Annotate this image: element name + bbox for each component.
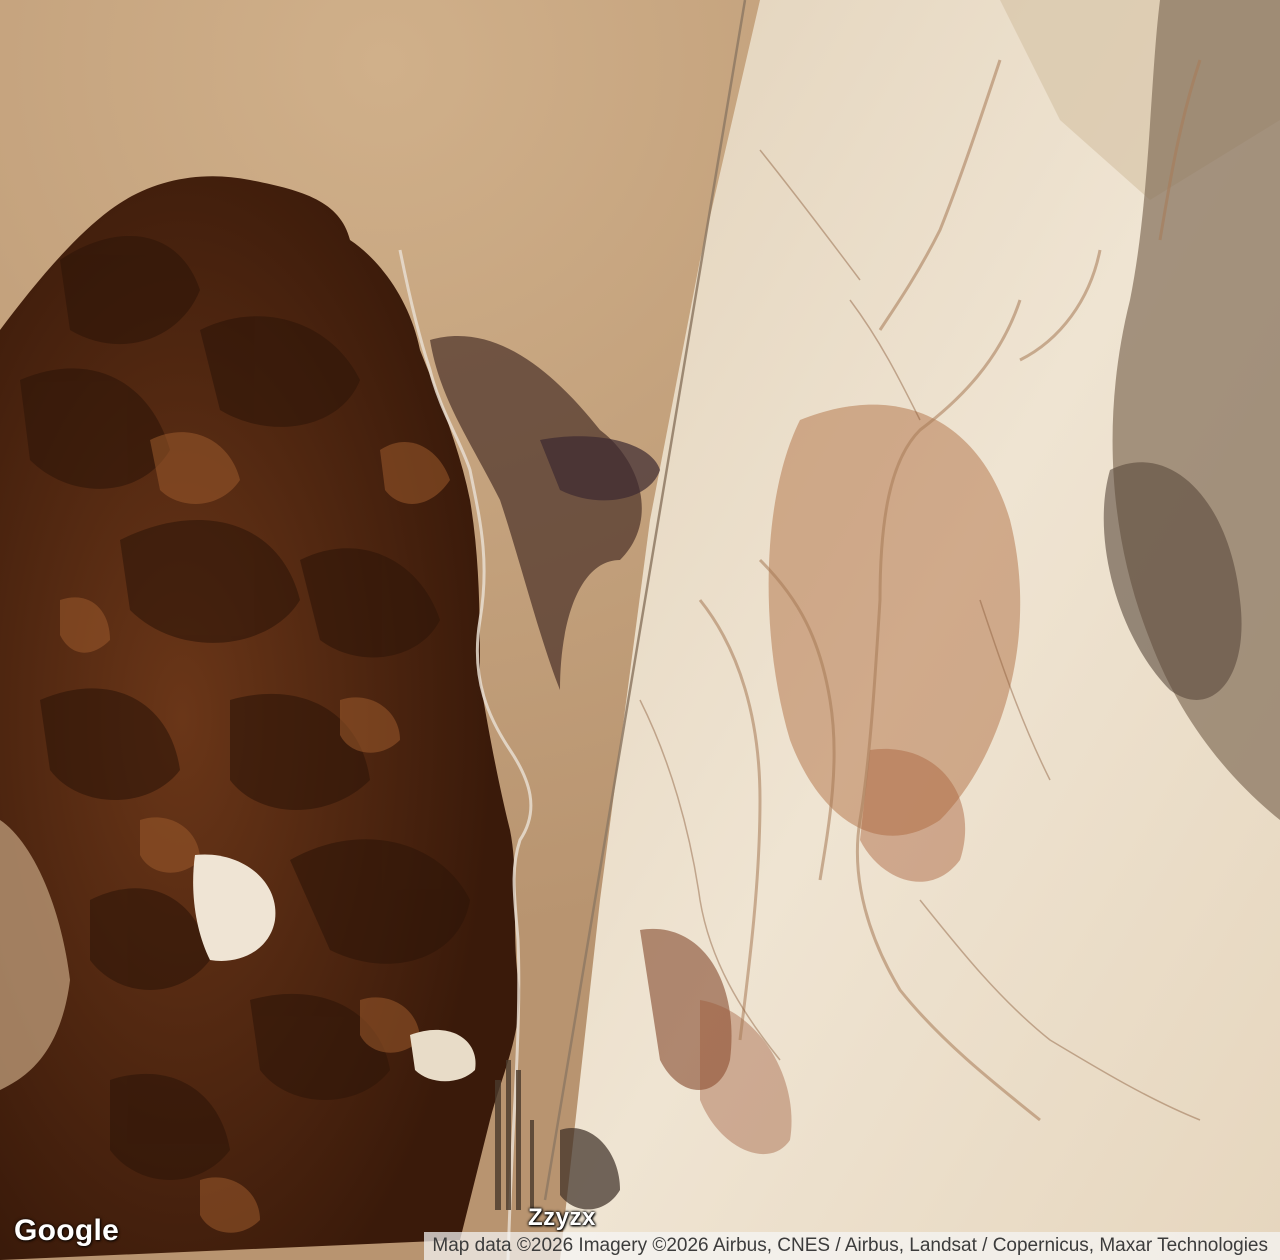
attribution-text: Map data ©2026 Imagery ©2026 Airbus, CNE… — [432, 1235, 1268, 1256]
place-label-zzyzx[interactable]: Zzyzx — [528, 1204, 596, 1232]
map-attribution: Map data ©2026 Imagery ©2026 Airbus, CNE… — [424, 1232, 1280, 1260]
satellite-imagery — [0, 0, 1280, 1260]
satellite-map[interactable]: Zzyzx Google Map data ©2026 Imagery ©202… — [0, 0, 1280, 1260]
google-logo: Google — [14, 1214, 120, 1247]
